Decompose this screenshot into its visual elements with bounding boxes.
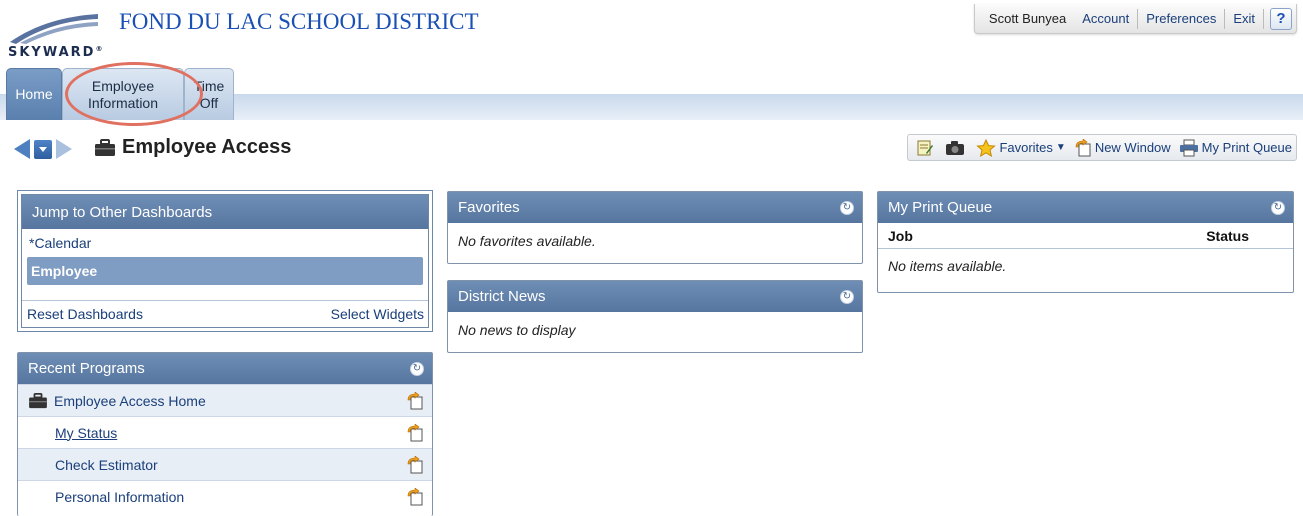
dashboard-item-employee[interactable]: Employee (27, 257, 423, 285)
tab-time-off[interactable]: Time Off (184, 68, 234, 120)
new-window-button[interactable]: New Window (1074, 138, 1171, 157)
list-item[interactable]: Employee Access Home (18, 384, 432, 416)
preferences-link[interactable]: Preferences (1138, 11, 1224, 26)
history-nav (14, 139, 72, 159)
favorites-menu[interactable]: Favorites ▼ (976, 138, 1066, 157)
printer-icon (1179, 139, 1198, 156)
widget-header: My Print Queue ↻ (878, 192, 1293, 223)
user-name: Scott Bunyea (988, 11, 1067, 26)
widget-title: Jump to Other Dashboards (22, 195, 428, 229)
chevron-down-icon: ▼ (1055, 142, 1066, 153)
new-window-icon (1075, 138, 1091, 156)
star-icon (976, 138, 997, 157)
list-item-label-group: My Status (28, 425, 117, 441)
new-window-label: New Window (1094, 140, 1171, 155)
select-widgets-link[interactable]: Select Widgets (331, 306, 424, 322)
program-link[interactable]: Check Estimator (55, 457, 158, 473)
empty-message: No items available. (888, 258, 1007, 274)
new-window-icon[interactable] (406, 455, 424, 474)
table-header: Job Status (878, 223, 1293, 249)
jump-dashboards-widget: Jump to Other Dashboards *Calendar Emplo… (17, 190, 433, 332)
tab-home[interactable]: Home (6, 68, 62, 120)
main-tabs: Home Employee Information Time Off (6, 68, 234, 120)
user-bar: Scott Bunyea Account Preferences Exit ? (973, 4, 1297, 34)
jump-dashboards-panel: Jump to Other Dashboards *Calendar Emplo… (21, 194, 429, 328)
camera-icon (946, 140, 965, 155)
camera-button[interactable] (945, 140, 968, 156)
refresh-icon[interactable]: ↻ (840, 201, 854, 215)
skyward-logo: SKYWARD® (6, 6, 106, 64)
refresh-icon[interactable]: ↻ (410, 362, 424, 376)
list-item-label-group: Employee Access Home (28, 392, 206, 409)
dashboard-item-calendar[interactable]: *Calendar (22, 229, 428, 257)
new-window-icon[interactable] (406, 391, 424, 410)
district-news-widget: District News ↻ No news to display (447, 280, 863, 353)
widget-title: Favorites (458, 199, 520, 216)
list-item-label-group: Check Estimator (28, 457, 158, 473)
exit-link[interactable]: Exit (1225, 11, 1263, 26)
program-link[interactable]: Personal Information (55, 489, 184, 505)
print-queue-label: My Print Queue (1201, 140, 1292, 155)
column-header-status: Status (1206, 227, 1249, 244)
page-toolbar: Favorites ▼ New Window My Print Queue (907, 134, 1297, 161)
history-dropdown-icon[interactable] (34, 139, 52, 159)
refresh-icon[interactable]: ↻ (1271, 201, 1285, 215)
widget-header: Favorites ↻ (448, 192, 862, 223)
briefcase-icon (95, 138, 115, 156)
back-arrow-icon[interactable] (14, 139, 30, 159)
widget-header: District News ↻ (448, 281, 862, 312)
print-queue-button[interactable]: My Print Queue (1179, 139, 1292, 157)
refresh-icon[interactable]: ↻ (840, 290, 854, 304)
page-title-group: Employee Access (94, 136, 291, 159)
swoosh-icon (10, 14, 98, 44)
widget-title: District News (458, 288, 546, 305)
reset-dashboards-link[interactable]: Reset Dashboards (27, 306, 143, 322)
help-button[interactable]: ? (1270, 7, 1292, 30)
widget-header: Recent Programs ↻ (18, 353, 432, 384)
forward-arrow-icon[interactable] (56, 139, 72, 159)
print-queue-widget: My Print Queue ↻ Job Status No items ava… (877, 191, 1294, 293)
tab-employee-information[interactable]: Employee Information (62, 68, 184, 120)
list-item[interactable]: Check Estimator (18, 448, 432, 480)
notes-icon (917, 140, 934, 155)
account-link[interactable]: Account (1074, 11, 1137, 26)
column-header-job: Job (888, 227, 913, 244)
briefcase-icon (29, 392, 47, 408)
list-item[interactable]: Personal Information (18, 480, 432, 512)
notes-button[interactable] (916, 139, 937, 157)
divider (1263, 8, 1264, 29)
favorites-widget: Favorites ↻ No favorites available. (447, 191, 863, 264)
new-window-icon[interactable] (406, 487, 424, 506)
logo-wordmark: SKYWARD® (8, 45, 103, 60)
empty-message: No news to display (458, 322, 576, 338)
jump-footer: Reset Dashboards Select Widgets (22, 300, 428, 327)
favorites-label: Favorites (999, 140, 1053, 155)
program-link[interactable]: My Status (55, 425, 117, 441)
widget-title: Recent Programs (28, 360, 145, 377)
recent-programs-list: Employee Access Home My Status Check Est… (18, 384, 432, 512)
widget-title: My Print Queue (888, 199, 993, 216)
recent-programs-widget: Recent Programs ↻ Employee Access Home M… (17, 352, 433, 516)
program-link[interactable]: Employee Access Home (54, 393, 206, 409)
new-window-icon[interactable] (406, 423, 424, 442)
list-item[interactable]: My Status (18, 416, 432, 448)
district-title: FOND DU LAC SCHOOL DISTRICT (119, 9, 479, 34)
list-item-label-group: Personal Information (28, 489, 184, 505)
page-title: Employee Access (122, 136, 292, 158)
empty-message: No favorites available. (458, 233, 596, 249)
